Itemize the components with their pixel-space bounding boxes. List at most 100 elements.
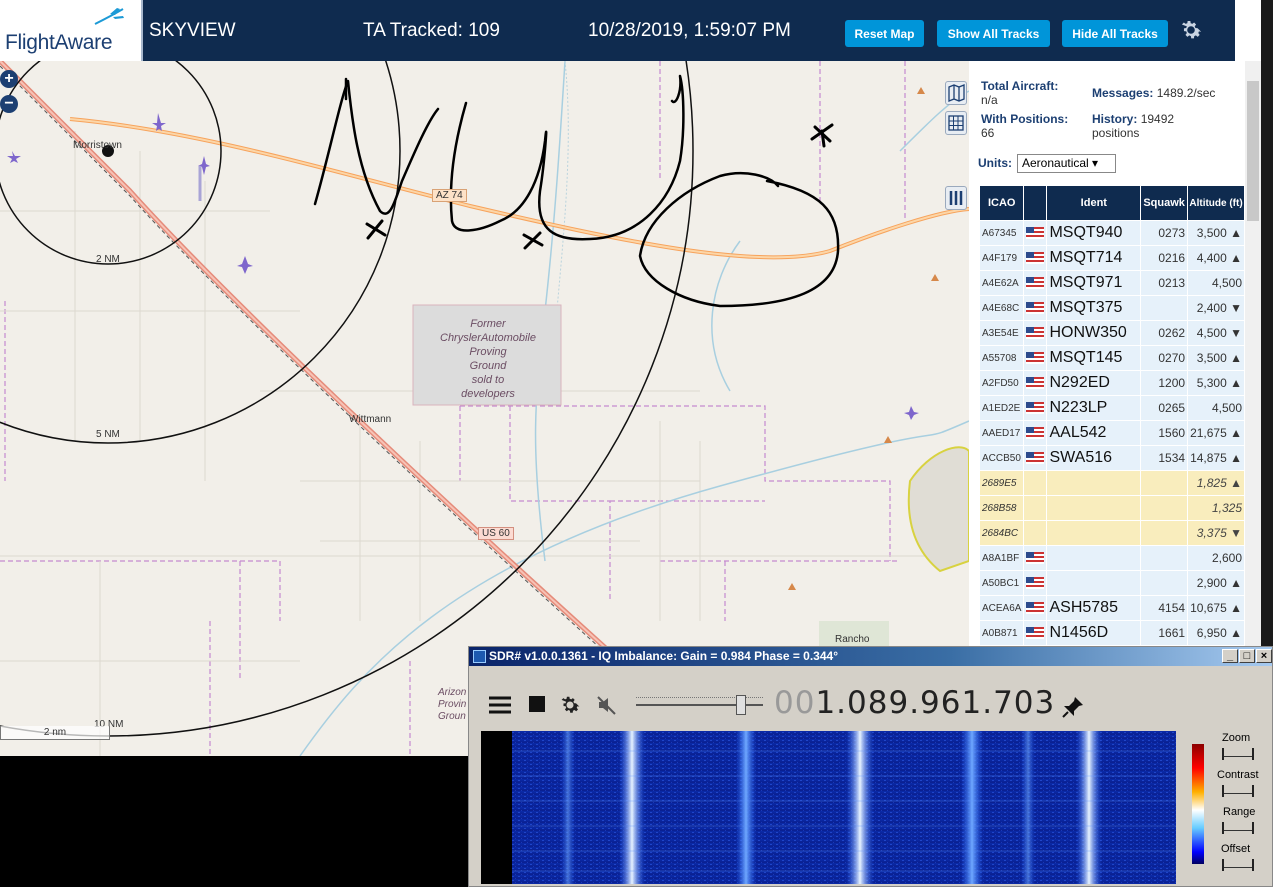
hide-all-tracks-button[interactable]: Hide All Tracks bbox=[1062, 20, 1168, 47]
grid-toggle-button[interactable] bbox=[945, 111, 967, 135]
table-row[interactable]: 268B58 1,325 bbox=[980, 496, 1244, 520]
flag-cell bbox=[1024, 321, 1047, 345]
volume-slider-thumb[interactable] bbox=[736, 695, 746, 715]
stop-icon[interactable] bbox=[527, 693, 547, 715]
squawk-cell: 0216 bbox=[1141, 246, 1188, 270]
table-row[interactable]: AAED17 AAL542 1560 21,675 ▲ bbox=[980, 421, 1244, 445]
sdr-title-bar[interactable]: SDR# v1.0.0.1361 - IQ Imbalance: Gain = … bbox=[469, 647, 1272, 666]
show-all-tracks-button[interactable]: Show All Tracks bbox=[937, 20, 1050, 47]
altitude-cell: 5,300 ▲ bbox=[1188, 371, 1244, 395]
squawk-cell bbox=[1141, 496, 1188, 520]
altitude-cell: 10,675 ▲ bbox=[1188, 596, 1244, 620]
waterfall-display[interactable] bbox=[481, 731, 1176, 884]
col-ident[interactable]: Ident bbox=[1047, 186, 1141, 220]
table-row[interactable]: A2FD50 N292ED 1200 5,300 ▲ bbox=[980, 371, 1244, 395]
window-edge bbox=[1261, 0, 1273, 646]
ident-cell: MSQT940 bbox=[1047, 221, 1141, 245]
flag-cell bbox=[1024, 371, 1047, 395]
map-layers-button[interactable] bbox=[945, 81, 967, 105]
panel-scrollbar[interactable] bbox=[1245, 61, 1261, 646]
ident-cell bbox=[1047, 571, 1141, 595]
table-row[interactable]: A55708 MSQT145 0270 3,500 ▲ bbox=[980, 346, 1244, 370]
close-button[interactable]: × bbox=[1256, 649, 1272, 663]
range-slider[interactable] bbox=[1222, 822, 1254, 834]
altitude-cell: 1,325 bbox=[1188, 496, 1244, 520]
us-flag-icon bbox=[1026, 577, 1045, 590]
contrast-slider[interactable] bbox=[1222, 785, 1254, 797]
pin-icon[interactable] bbox=[1061, 695, 1085, 719]
altitude-cell: 4,500 ▼ bbox=[1188, 321, 1244, 345]
flag-cell bbox=[1024, 446, 1047, 470]
table-body: A67345 MSQT940 0273 3,500 ▲ A4F179 MSQT714 021… bbox=[980, 221, 1244, 646]
icao-cell: A50BC1 bbox=[980, 571, 1024, 595]
ident-cell: N292ED bbox=[1047, 371, 1141, 395]
table-row[interactable]: A4E68C MSQT375 2,400 ▼ bbox=[980, 296, 1244, 320]
col-altitude[interactable]: Altitude (ft) bbox=[1188, 186, 1244, 220]
flag-cell bbox=[1024, 596, 1047, 620]
flag-cell bbox=[1024, 296, 1047, 320]
us-flag-icon bbox=[1026, 552, 1045, 565]
squawk-cell bbox=[1141, 471, 1188, 495]
flag-cell bbox=[1024, 546, 1047, 570]
table-row[interactable]: A8A1BF 2,600 bbox=[980, 546, 1244, 570]
offset-slider[interactable] bbox=[1222, 859, 1254, 871]
settings-gear-icon[interactable] bbox=[558, 693, 582, 717]
us-flag-icon bbox=[1026, 352, 1045, 365]
table-row[interactable]: A4F179 MSQT714 0216 4,400 ▲ bbox=[980, 246, 1244, 270]
altitude-cell: 21,675 ▲ bbox=[1188, 421, 1244, 445]
table-row[interactable]: A4E62A MSQT971 0213 4,500 bbox=[980, 271, 1244, 295]
table-row[interactable]: A0B871 N1456D 1661 6,950 ▲ bbox=[980, 621, 1244, 645]
label-proving-ground: Former ChryslerAutomobile Proving Ground… bbox=[440, 318, 536, 400]
minimize-button[interactable]: _ bbox=[1222, 649, 1238, 663]
contrast-label: Contrast bbox=[1217, 769, 1259, 781]
screen: FlightAware SKYVIEW TA Tracked: 109 10/2… bbox=[0, 0, 1273, 887]
table-row[interactable]: ACCB50 SWA516 1534 14,875 ▲ bbox=[980, 446, 1244, 470]
zoom-out-button[interactable]: − bbox=[0, 95, 18, 113]
table-row[interactable]: A1ED2E N223LP 0265 4,500 bbox=[980, 396, 1244, 420]
flightaware-logo[interactable]: FlightAware bbox=[0, 0, 143, 61]
squawk-cell: 0265 bbox=[1141, 396, 1188, 420]
units-select[interactable]: Aeronautical ▾ bbox=[1017, 154, 1116, 173]
altitude-cell: 2,600 bbox=[1188, 546, 1244, 570]
us-flag-icon bbox=[1026, 302, 1045, 315]
label-az74: AZ 74 bbox=[432, 189, 467, 202]
altitude-cell: 3,500 ▲ bbox=[1188, 221, 1244, 245]
scrollbar-thumb[interactable] bbox=[1247, 81, 1259, 221]
squawk-cell bbox=[1141, 521, 1188, 545]
reset-map-button[interactable]: Reset Map bbox=[845, 20, 924, 47]
maximize-button[interactable]: □ bbox=[1239, 649, 1255, 663]
columns-icon bbox=[949, 191, 963, 205]
icao-cell: A1ED2E bbox=[980, 396, 1024, 420]
zoom-in-button[interactable]: + bbox=[0, 70, 18, 88]
flag-cell bbox=[1024, 571, 1047, 595]
flag-cell bbox=[1024, 246, 1047, 270]
us-flag-icon bbox=[1026, 277, 1045, 290]
table-row[interactable]: A3E54E HONW350 0262 4,500 ▼ bbox=[980, 321, 1244, 345]
table-row[interactable]: 2684BC 3,375 ▼ bbox=[980, 521, 1244, 545]
frequency-display[interactable]: 001.089.961.703 bbox=[774, 685, 1055, 721]
messages-stat: Messages: 1489.2/sec bbox=[1092, 86, 1216, 100]
flag-cell bbox=[1024, 396, 1047, 420]
table-row[interactable]: A67345 MSQT940 0273 3,500 ▲ bbox=[980, 221, 1244, 245]
zoom-slider[interactable] bbox=[1222, 748, 1254, 760]
table-row[interactable]: 2689E5 1,825 ▲ bbox=[980, 471, 1244, 495]
ident-cell: ASH5785 bbox=[1047, 596, 1141, 620]
gear-icon[interactable] bbox=[1178, 17, 1204, 43]
volume-slider[interactable] bbox=[636, 693, 763, 717]
mute-speaker-icon[interactable] bbox=[595, 693, 619, 717]
us-flag-icon bbox=[1026, 327, 1045, 340]
hamburger-menu-icon[interactable] bbox=[487, 693, 513, 717]
label-morristown: Morristown bbox=[73, 140, 122, 151]
columns-toggle-button[interactable] bbox=[945, 186, 967, 210]
flag-cell bbox=[1024, 421, 1047, 445]
table-row[interactable]: ACEA6A ASH5785 4154 10,675 ▲ bbox=[980, 596, 1244, 620]
squawk-cell: 1560 bbox=[1141, 421, 1188, 445]
squawk-cell: 1661 bbox=[1141, 621, 1188, 645]
table-row[interactable]: A50BC1 2,900 ▲ bbox=[980, 571, 1244, 595]
col-icao[interactable]: ICAO bbox=[980, 186, 1024, 220]
col-flag[interactable] bbox=[1024, 186, 1047, 220]
ident-cell: N223LP bbox=[1047, 396, 1141, 420]
col-squawk[interactable]: Squawk bbox=[1141, 186, 1188, 220]
flag-cell bbox=[1024, 221, 1047, 245]
sdr-window: SDR# v1.0.0.1361 - IQ Imbalance: Gain = … bbox=[468, 646, 1273, 887]
